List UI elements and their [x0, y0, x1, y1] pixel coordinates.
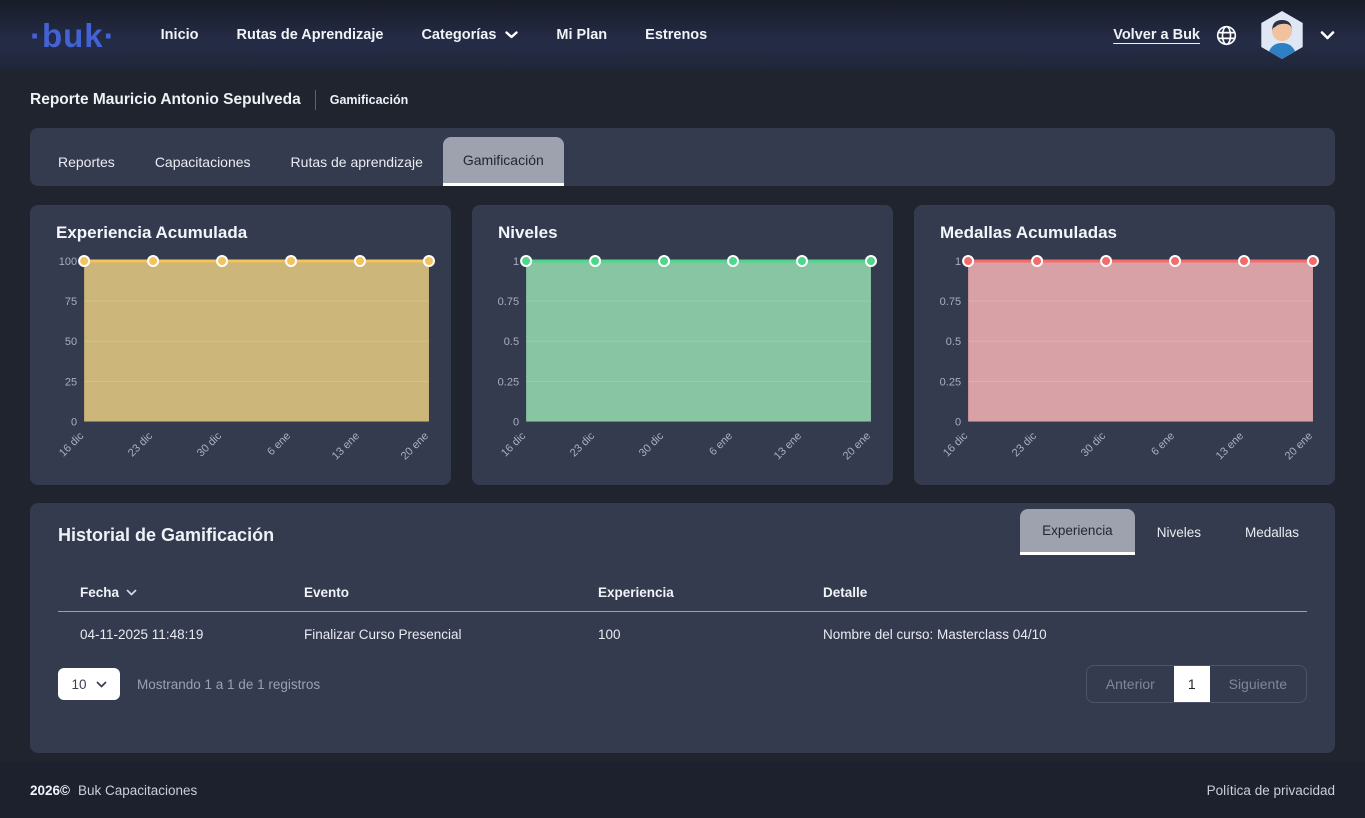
- svg-text:23 dic: 23 dic: [1010, 430, 1040, 460]
- column-header-detalle: Detalle: [823, 585, 1307, 600]
- breadcrumb: Reporte Mauricio Antonio Sepulveda Gamif…: [0, 70, 1365, 122]
- svg-text:13 ene: 13 ene: [1214, 430, 1246, 462]
- tab-gamificacion[interactable]: Gamificación: [443, 137, 564, 186]
- svg-text:16 dic: 16 dic: [499, 430, 529, 460]
- svg-text:6 ene: 6 ene: [707, 430, 735, 458]
- cell-evento: Finalizar Curso Presencial: [304, 612, 598, 642]
- column-header-evento: Evento: [304, 585, 598, 600]
- svg-text:1: 1: [513, 256, 519, 268]
- svg-text:0.5: 0.5: [504, 336, 519, 348]
- experience-chart-title: Experiencia Acumulada: [40, 223, 441, 243]
- table-row: 04-11-2025 11:48:19 Finalizar Curso Pres…: [58, 612, 1307, 642]
- main-nav: Inicio Rutas de Aprendizaje Categorías M…: [142, 0, 727, 70]
- user-menu-chevron-down-icon[interactable]: [1320, 31, 1335, 40]
- nav-item-estrenos[interactable]: Estrenos: [626, 0, 726, 70]
- svg-text:0: 0: [513, 416, 519, 428]
- privacy-policy-link[interactable]: Política de privacidad: [1207, 783, 1335, 798]
- svg-text:20 ene: 20 ene: [841, 430, 873, 462]
- top-navbar: ·buk· Inicio Rutas de Aprendizaje Catego…: [0, 0, 1365, 70]
- footer-company: Buk Capacitaciones: [78, 783, 197, 798]
- svg-text:30 dic: 30 dic: [637, 430, 667, 460]
- breadcrumb-section: Gamificación: [330, 93, 409, 107]
- svg-text:30 dic: 30 dic: [1079, 430, 1109, 460]
- history-card: Historial de Gamificación Experiencia Ni…: [30, 503, 1335, 753]
- svg-text:23 dic: 23 dic: [126, 430, 156, 460]
- experience-area-chart: 0 25 50 75 100 16 dic 23 dic 30 dic 6 ene 13 ene 2…: [40, 249, 441, 474]
- history-title: Historial de Gamificación: [44, 525, 274, 546]
- nav-item-inicio[interactable]: Inicio: [142, 0, 218, 70]
- nav-item-categorias[interactable]: Categorías: [402, 0, 537, 70]
- charts-row: Experiencia Acumulada 025507510016 dic23…: [30, 205, 1335, 485]
- svg-text:0.25: 0.25: [498, 376, 519, 388]
- levels-chart-title: Niveles: [482, 223, 883, 243]
- svg-text:75: 75: [65, 296, 77, 308]
- svg-text:0: 0: [955, 416, 961, 428]
- nav-item-rutas[interactable]: Rutas de Aprendizaje: [218, 0, 403, 70]
- avatar[interactable]: [1259, 11, 1305, 59]
- svg-text:0.75: 0.75: [940, 296, 961, 308]
- previous-page-button[interactable]: Anterior: [1087, 666, 1174, 702]
- svg-text:50: 50: [65, 336, 77, 348]
- table-header-row: Fecha Evento Experiencia Detalle: [58, 585, 1307, 612]
- select-chevron-down-icon: [96, 681, 107, 688]
- buk-logo[interactable]: ·buk·: [30, 19, 116, 52]
- history-table: Fecha Evento Experiencia Detalle 04-11-2…: [58, 585, 1307, 642]
- history-tabbar: Experiencia Niveles Medallas: [1020, 503, 1321, 555]
- svg-text:30 dic: 30 dic: [195, 430, 225, 460]
- svg-text:16 dic: 16 dic: [941, 430, 971, 460]
- tab-reportes[interactable]: Reportes: [38, 137, 135, 186]
- nav-item-miplan[interactable]: Mi Plan: [537, 0, 626, 70]
- history-header: Historial de Gamificación Experiencia Ni…: [44, 503, 1321, 555]
- medals-chart-title: Medallas Acumuladas: [924, 223, 1325, 243]
- cell-experiencia: 100: [598, 612, 823, 642]
- globe-icon[interactable]: [1215, 24, 1238, 47]
- medals-area-chart: 0 0.25 0.5 0.75 1 16 dic 23 dic 30 dic 6 ene 13 e…: [924, 249, 1325, 474]
- svg-text:23 dic: 23 dic: [568, 430, 598, 460]
- svg-text:16 dic: 16 dic: [57, 430, 87, 460]
- medals-chart-card: Medallas Acumuladas 0 0.25 0.5 0.75 1 16 dic 2…: [914, 205, 1335, 485]
- svg-text:1: 1: [955, 256, 961, 268]
- svg-text:0: 0: [71, 416, 77, 428]
- tab-capacitaciones[interactable]: Capacitaciones: [135, 137, 271, 186]
- pager: Anterior 1 Siguiente: [1086, 665, 1307, 703]
- column-header-fecha[interactable]: Fecha: [80, 585, 304, 600]
- svg-text:6 ene: 6 ene: [1149, 430, 1177, 458]
- footer: 2026© Buk Capacitaciones Política de pri…: [0, 762, 1365, 818]
- tab-rutas-de-aprendizaje[interactable]: Rutas de aprendizaje: [271, 137, 443, 186]
- page-size-select[interactable]: 10: [58, 668, 120, 700]
- svg-text:0.25: 0.25: [940, 376, 961, 388]
- levels-chart-card: Niveles 0 0.25 0.5 0.75 1 16 dic 23 dic 30 dic 6…: [472, 205, 893, 485]
- footer-copyright: 2026© Buk Capacitaciones: [30, 783, 197, 798]
- svg-text:13 ene: 13 ene: [772, 430, 804, 462]
- svg-text:13 ene: 13 ene: [330, 430, 362, 462]
- experience-chart-card: Experiencia Acumulada 0 25 50 75 100 16 dic 23…: [30, 205, 451, 485]
- report-tabbar: Reportes Capacitaciones Rutas de aprendi…: [30, 128, 1335, 186]
- cell-detalle: Nombre del curso: Masterclass 04/10: [823, 612, 1307, 642]
- levels-area-chart: 0 0.25 0.5 0.75 1 16 dic 23 dic 30 dic 6 ene 13 e…: [482, 249, 883, 474]
- svg-text:25: 25: [65, 376, 77, 388]
- svg-text:0.75: 0.75: [498, 296, 519, 308]
- page-title: Reporte Mauricio Antonio Sepulveda: [30, 91, 301, 109]
- pagination-bar: 10 Mostrando 1 a 1 de 1 registros Anteri…: [58, 665, 1307, 703]
- svg-text:0.5: 0.5: [946, 336, 961, 348]
- svg-text:20 ene: 20 ene: [399, 430, 431, 462]
- svg-text:100: 100: [59, 256, 77, 268]
- current-page-button[interactable]: 1: [1174, 666, 1210, 702]
- svg-text:20 ene: 20 ene: [1283, 430, 1315, 462]
- chevron-down-icon: [505, 31, 518, 39]
- svg-text:6 ene: 6 ene: [265, 430, 293, 458]
- breadcrumb-divider: [315, 90, 316, 110]
- records-summary: Mostrando 1 a 1 de 1 registros: [137, 677, 320, 692]
- history-tab-experiencia[interactable]: Experiencia: [1020, 509, 1135, 555]
- navbar-right: Volver a Buk: [1113, 11, 1335, 59]
- volver-a-buk-link[interactable]: Volver a Buk: [1113, 27, 1200, 43]
- cell-fecha: 04-11-2025 11:48:19: [80, 612, 304, 642]
- history-tab-medallas[interactable]: Medallas: [1223, 509, 1321, 555]
- history-tab-niveles[interactable]: Niveles: [1135, 509, 1223, 555]
- sort-chevron-down-icon: [126, 589, 137, 596]
- footer-year: 2026©: [30, 783, 70, 798]
- column-header-experiencia: Experiencia: [598, 585, 823, 600]
- next-page-button[interactable]: Siguiente: [1210, 666, 1306, 702]
